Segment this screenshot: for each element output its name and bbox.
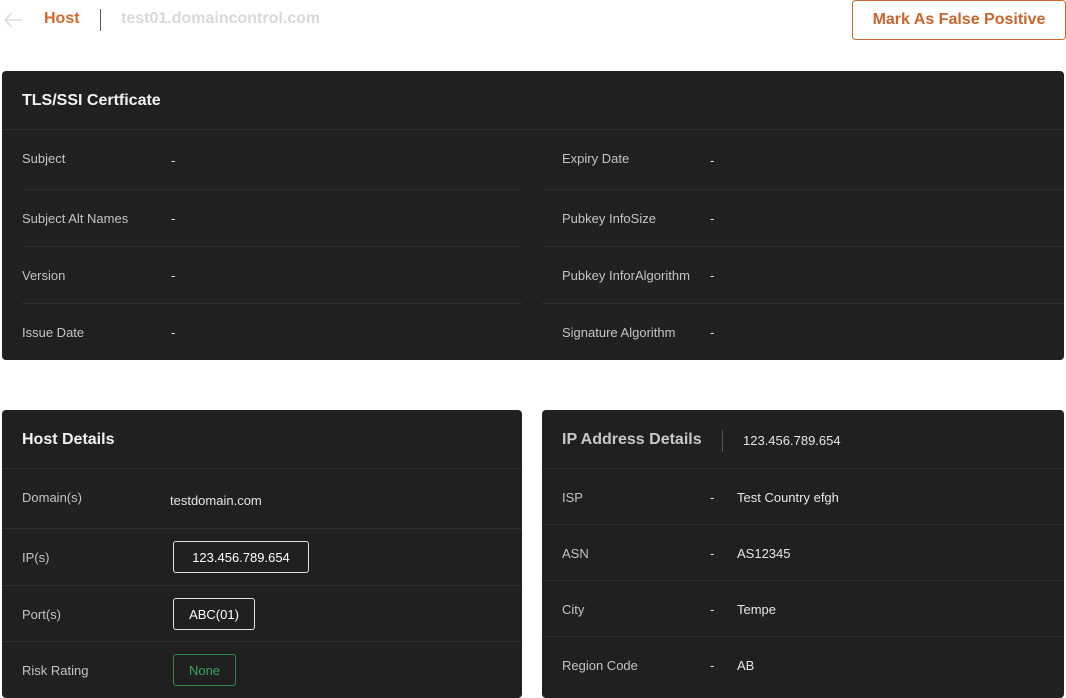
tls-certificate-card: TLS/SSI Certficate Subject - Expiry Date… xyxy=(2,71,1064,360)
page-title: test01.domaincontrol.com xyxy=(121,10,321,27)
isp-label: ISP xyxy=(562,490,583,505)
ips-label: IP(s) xyxy=(22,550,50,565)
isp-value: Test Country efgh xyxy=(737,490,839,505)
city-label: City xyxy=(562,602,585,617)
city-value: Tempe xyxy=(737,602,777,617)
divider xyxy=(542,303,1064,304)
divider xyxy=(2,129,1064,130)
breadcrumb-divider xyxy=(100,9,101,31)
divider xyxy=(2,528,522,529)
tls-signature-algo-label: Signature Algorithm xyxy=(562,325,676,340)
ip-address-details-card: IP Address Details 123.456.789.654 ISP -… xyxy=(542,410,1064,698)
tls-pubkey-size-label: Pubkey InfoSize xyxy=(562,211,656,226)
tls-subject-value: - xyxy=(171,153,176,168)
isp-dash: - xyxy=(710,490,715,505)
divider xyxy=(2,468,522,469)
ip-address-value: 123.456.789.654 xyxy=(743,433,841,448)
back-arrow-icon[interactable] xyxy=(2,9,24,31)
divider xyxy=(542,468,1064,469)
tls-card-title: TLS/SSI Certficate xyxy=(22,92,161,109)
asn-value: AS12345 xyxy=(737,546,791,561)
ip-details-title: IP Address Details xyxy=(562,431,702,448)
asn-dash: - xyxy=(710,546,715,561)
asn-label: ASN xyxy=(562,546,589,561)
tls-pubkey-algo-value: - xyxy=(710,268,715,283)
tls-issue-date-label: Issue Date xyxy=(22,325,85,340)
risk-rating-badge: None xyxy=(173,654,236,686)
divider xyxy=(22,303,522,304)
tls-expiry-value: - xyxy=(710,153,715,168)
divider xyxy=(22,246,522,247)
mark-false-positive-button[interactable]: Mark As False Positive xyxy=(852,0,1066,40)
tls-signature-algo-value: - xyxy=(710,325,715,340)
ip-chip[interactable]: 123.456.789.654 xyxy=(173,541,309,573)
risk-rating-label: Risk Rating xyxy=(22,663,89,678)
domains-value: testdomain.com xyxy=(170,493,262,508)
divider xyxy=(542,524,1064,525)
host-details-card: Host Details Domain(s) testdomain.com IP… xyxy=(2,410,522,698)
domains-label: Domain(s) xyxy=(22,490,82,505)
tls-subject-label: Subject xyxy=(22,151,66,166)
tls-alt-names-value: - xyxy=(171,211,176,226)
region-code-value: AB xyxy=(737,658,755,673)
divider xyxy=(2,641,522,642)
divider xyxy=(542,189,1064,190)
city-dash: - xyxy=(710,602,715,617)
tls-pubkey-size-value: - xyxy=(710,211,715,226)
divider xyxy=(22,189,522,190)
divider xyxy=(2,585,522,586)
region-code-label: Region Code xyxy=(562,658,638,673)
breadcrumb-host-link[interactable]: Host xyxy=(44,10,80,28)
tls-version-value: - xyxy=(171,268,176,283)
region-code-dash: - xyxy=(710,658,715,673)
port-chip[interactable]: ABC(01) xyxy=(173,598,255,630)
host-details-title: Host Details xyxy=(22,431,115,448)
ports-label: Port(s) xyxy=(22,607,61,622)
tls-pubkey-algo-label: Pubkey InforAlgorithm xyxy=(562,268,690,283)
title-divider xyxy=(722,430,723,452)
divider xyxy=(542,636,1064,637)
tls-alt-names-label: Subject Alt Names xyxy=(22,211,129,226)
divider xyxy=(542,580,1064,581)
tls-issue-date-value: - xyxy=(171,325,176,340)
divider xyxy=(542,246,1064,247)
tls-version-label: Version xyxy=(22,268,66,283)
tls-expiry-label: Expiry Date xyxy=(562,151,630,166)
